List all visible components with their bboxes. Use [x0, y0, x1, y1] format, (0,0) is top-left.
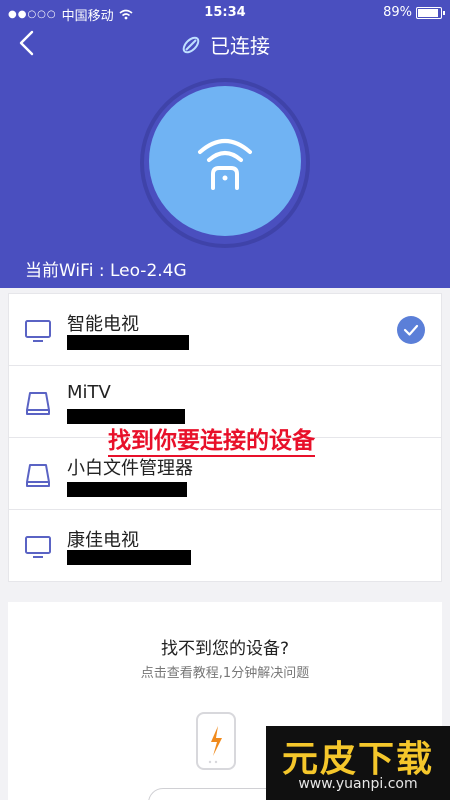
box-icon: [26, 392, 50, 415]
battery-percent: 89%: [383, 5, 412, 20]
box-icon: [26, 464, 50, 487]
tv-icon: [25, 536, 51, 558]
page-title-text: 已连接: [210, 34, 270, 58]
selected-check-icon: [397, 316, 425, 344]
page-title: 已连接: [0, 30, 450, 59]
watermark-logo: 元皮下载 www.yuanpi.com: [266, 726, 450, 800]
current-wifi-label: 当前WiFi : Leo-2.4G: [25, 261, 187, 281]
help-title: 找不到您的设备?: [160, 639, 290, 659]
link-icon: [182, 36, 200, 53]
navbar: 已连接: [0, 26, 450, 60]
tv-icon: [25, 320, 51, 342]
battery-fill: [418, 8, 438, 17]
status-bar: ●●○○○ 中国移动 15:34 89%: [0, 0, 450, 26]
watermark-url: www.yuanpi.com: [298, 776, 418, 792]
device-name: 智能电视: [67, 314, 139, 335]
device-item-smart-tv[interactable]: 智能电视: [9, 294, 441, 366]
device-name: MiTV: [67, 382, 111, 403]
annotation-caption: 找到你要连接的设备: [108, 427, 315, 457]
redacted-address: [67, 409, 185, 424]
router-wifi-icon: [198, 139, 252, 190]
redacted-address: [67, 550, 191, 565]
help-subtitle[interactable]: 点击查看教程,1分钟解决问题: [8, 662, 442, 681]
battery-icon: [416, 6, 445, 19]
status-right: 89%: [383, 5, 445, 20]
watermark-title: 元皮下载: [281, 739, 434, 780]
device-name: 小白文件管理器: [67, 458, 193, 479]
device-warning-icon: [196, 712, 236, 770]
header: ●●○○○ 中国移动 15:34 89% 已连接 当前WiFi: Leo-2.…: [0, 0, 450, 288]
device-name: 康佳电视: [67, 530, 139, 551]
router-circle: [149, 86, 301, 236]
redacted-address: [67, 482, 187, 497]
device-item-konka-tv[interactable]: 康佳电视: [9, 510, 441, 582]
redacted-address: [67, 335, 189, 350]
